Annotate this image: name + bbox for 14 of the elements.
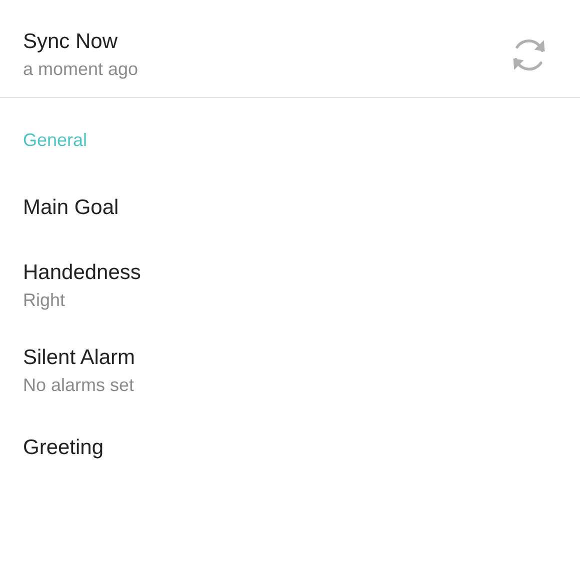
row-title: Handedness (23, 260, 141, 286)
row-summary: No alarms set (23, 374, 136, 396)
settings-row[interactable]: Handedness Right (0, 243, 580, 328)
settings-row[interactable]: Sync Now a moment ago (0, 12, 580, 97)
row-title: Silent Alarm (23, 344, 136, 370)
section-header: General (23, 128, 88, 150)
settings-row[interactable]: Main Goal (0, 173, 580, 243)
row-summary: Right (23, 288, 66, 312)
settings-row[interactable]: Silent Alarm No alarms set (0, 328, 580, 413)
row-title: Greeting (23, 435, 104, 461)
row-title: Main Goal (23, 195, 119, 221)
settings-row[interactable]: Greeting (0, 413, 580, 483)
row-summary: a moment ago (23, 58, 138, 81)
row-title: Sync Now (23, 28, 119, 54)
